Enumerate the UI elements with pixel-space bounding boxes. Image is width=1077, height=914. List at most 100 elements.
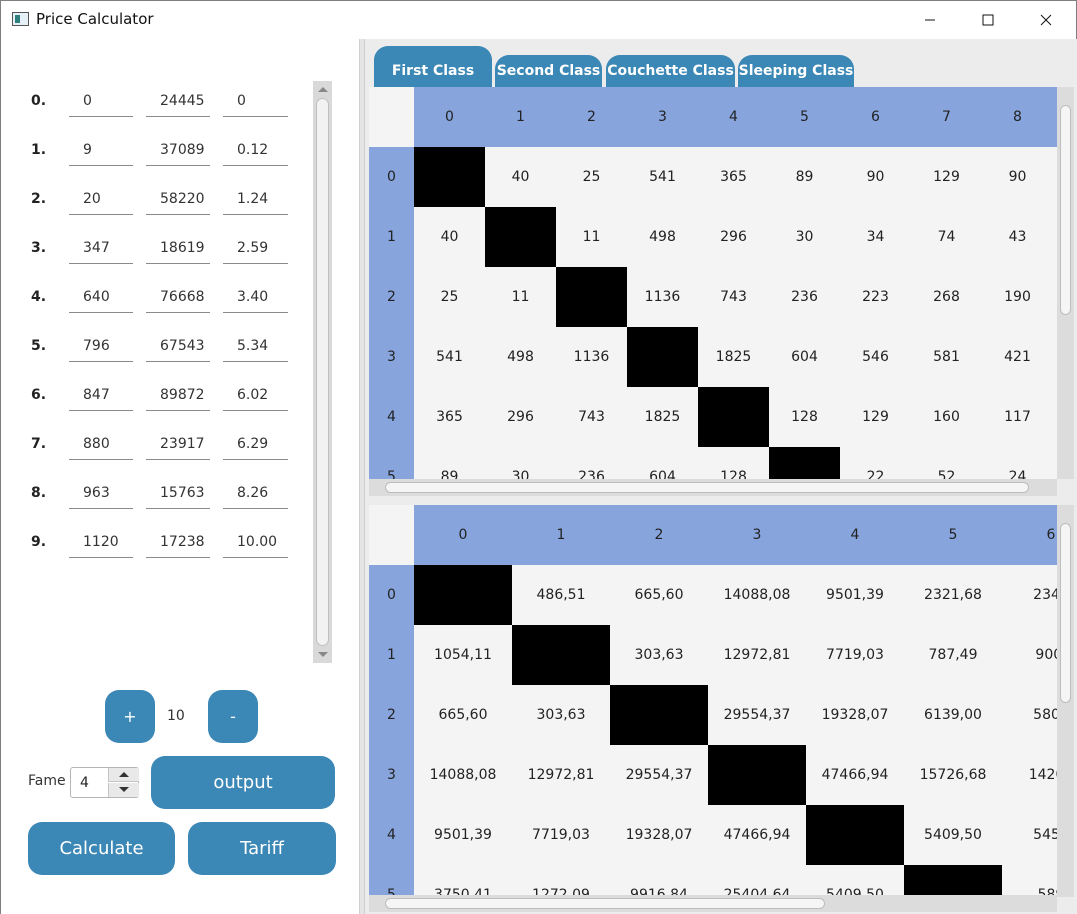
- distance-table-hscroll[interactable]: [369, 479, 1057, 496]
- scrollbar-thumb[interactable]: [385, 482, 1029, 493]
- diagonal-cell[interactable]: [485, 207, 556, 267]
- table-cell[interactable]: 9916,84: [610, 865, 708, 897]
- factor-field[interactable]: 3.40: [223, 277, 288, 313]
- table-cell[interactable]: 604: [769, 327, 840, 387]
- distance-field[interactable]: 1120: [69, 522, 133, 558]
- table-cell[interactable]: 15726,68: [904, 745, 1002, 805]
- table-cell[interactable]: 743: [698, 267, 769, 327]
- table-cell[interactable]: 2321,68: [904, 565, 1002, 625]
- scroll-down-icon[interactable]: [318, 652, 328, 657]
- column-header[interactable]: 1: [485, 87, 556, 147]
- table-cell[interactable]: 1136: [627, 267, 698, 327]
- column-header[interactable]: 4: [806, 505, 904, 565]
- factor-field[interactable]: 8.26: [223, 473, 288, 509]
- row-header[interactable]: 5: [369, 447, 414, 479]
- tab-couchette-class[interactable]: Couchette Class: [606, 55, 735, 87]
- factor-field[interactable]: 1.24: [223, 179, 288, 215]
- table-cell[interactable]: 30: [769, 207, 840, 267]
- table-cell[interactable]: 581: [911, 327, 982, 387]
- distance-field[interactable]: 880: [69, 424, 133, 460]
- close-button[interactable]: [1017, 1, 1075, 39]
- station-id-field[interactable]: 37089: [146, 130, 210, 166]
- row-header[interactable]: 1: [369, 207, 414, 267]
- distance-field[interactable]: 796: [69, 326, 133, 362]
- table-cell[interactable]: 14088,08: [708, 565, 806, 625]
- table-cell[interactable]: 541: [414, 327, 485, 387]
- table-cell[interactable]: 11: [556, 207, 627, 267]
- factor-field[interactable]: 0.12: [223, 130, 288, 166]
- table-cell[interactable]: 74: [911, 207, 982, 267]
- table-cell[interactable]: 296: [698, 207, 769, 267]
- table-cell[interactable]: 5409,50: [904, 805, 1002, 865]
- table-cell[interactable]: 3750,41: [414, 865, 512, 897]
- table-cell[interactable]: 303,63: [512, 685, 610, 745]
- diagonal-cell[interactable]: [556, 267, 627, 327]
- table-cell[interactable]: 29554,37: [610, 745, 708, 805]
- distance-field[interactable]: 0: [69, 81, 133, 117]
- table-cell[interactable]: 47466,94: [806, 745, 904, 805]
- calculate-button[interactable]: Calculate: [28, 822, 175, 875]
- diagonal-cell[interactable]: [769, 447, 840, 479]
- table-cell[interactable]: 89: [414, 447, 485, 479]
- table-cell[interactable]: 541: [627, 147, 698, 207]
- table-cell[interactable]: 129: [840, 387, 911, 447]
- distance-field[interactable]: 847: [69, 375, 133, 411]
- station-id-field[interactable]: 15763: [146, 473, 210, 509]
- row-header[interactable]: 0: [369, 147, 414, 207]
- column-header[interactable]: 4: [698, 87, 769, 147]
- table-cell[interactable]: 90: [982, 147, 1053, 207]
- factor-field[interactable]: 10.00: [223, 522, 288, 558]
- table-cell[interactable]: 303,63: [610, 625, 708, 685]
- table-cell[interactable]: 117: [982, 387, 1053, 447]
- table-cell[interactable]: 29554,37: [708, 685, 806, 745]
- column-header[interactable]: 7: [911, 87, 982, 147]
- row-header[interactable]: 1: [369, 625, 414, 685]
- station-id-field[interactable]: 18619: [146, 228, 210, 264]
- scrollbar-thumb[interactable]: [385, 898, 825, 909]
- station-id-field[interactable]: 58220: [146, 179, 210, 215]
- table-cell[interactable]: 236: [769, 267, 840, 327]
- table-cell[interactable]: 128: [698, 447, 769, 479]
- scroll-up-icon[interactable]: [318, 87, 328, 92]
- scrollbar-thumb[interactable]: [1060, 105, 1071, 315]
- table-cell[interactable]: 129: [911, 147, 982, 207]
- row-header[interactable]: 4: [369, 387, 414, 447]
- table-cell[interactable]: 5457: [1002, 805, 1057, 865]
- spin-up-icon[interactable]: [108, 768, 139, 782]
- scrollbar-thumb[interactable]: [1060, 523, 1071, 703]
- table-cell[interactable]: 5804: [1002, 685, 1057, 745]
- diagonal-cell[interactable]: [512, 625, 610, 685]
- factor-field[interactable]: 6.02: [223, 375, 288, 411]
- table-cell[interactable]: 24: [982, 447, 1053, 479]
- column-header[interactable]: 6: [1002, 505, 1057, 565]
- table-cell[interactable]: 787,49: [904, 625, 1002, 685]
- output-button[interactable]: output: [151, 756, 335, 809]
- station-id-field[interactable]: 89872: [146, 375, 210, 411]
- diagonal-cell[interactable]: [610, 685, 708, 745]
- row-header[interactable]: 0: [369, 565, 414, 625]
- table-cell[interactable]: 7719,03: [806, 625, 904, 685]
- table-cell[interactable]: 19328,07: [806, 685, 904, 745]
- diagonal-cell[interactable]: [904, 865, 1002, 897]
- column-header[interactable]: 2: [556, 87, 627, 147]
- table-cell[interactable]: 19328,07: [610, 805, 708, 865]
- table-cell[interactable]: 365: [414, 387, 485, 447]
- column-header[interactable]: 5: [769, 87, 840, 147]
- table-cell[interactable]: 12972,81: [708, 625, 806, 685]
- scrollbar-thumb[interactable]: [316, 98, 329, 646]
- diagonal-cell[interactable]: [708, 745, 806, 805]
- factor-field[interactable]: 6.29: [223, 424, 288, 460]
- distance-field[interactable]: 963: [69, 473, 133, 509]
- table-cell[interactable]: 25: [556, 147, 627, 207]
- station-id-field[interactable]: 76668: [146, 277, 210, 313]
- table-cell[interactable]: 1136: [556, 327, 627, 387]
- column-header[interactable]: 5: [904, 505, 1002, 565]
- table-cell[interactable]: 1825: [627, 387, 698, 447]
- station-id-field[interactable]: 24445: [146, 81, 210, 117]
- column-header[interactable]: 2: [610, 505, 708, 565]
- price-table-hscroll[interactable]: [369, 895, 1057, 912]
- column-header[interactable]: 3: [627, 87, 698, 147]
- table-cell[interactable]: 486,51: [512, 565, 610, 625]
- column-header[interactable]: 1: [512, 505, 610, 565]
- station-list-scrollbar[interactable]: [313, 81, 332, 663]
